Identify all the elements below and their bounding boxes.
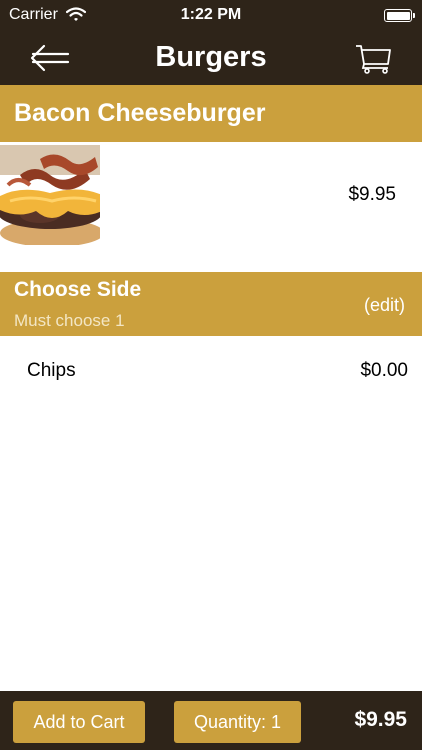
add-to-cart-button[interactable]: Add to Cart (13, 701, 145, 743)
item-header: Bacon Cheeseburger (0, 85, 422, 142)
side-section-subtitle: Must choose 1 (14, 311, 125, 330)
order-total: $9.95 (354, 708, 407, 731)
side-option-row[interactable]: Chips $0.00 (0, 336, 422, 404)
item-price: $9.95 (348, 184, 396, 205)
status-bar: Carrier 1:22 PM (0, 0, 422, 32)
item-detail-row: $9.95 (0, 142, 422, 272)
item-name: Bacon Cheeseburger (14, 99, 266, 127)
edit-side-button[interactable]: (edit) (364, 295, 405, 316)
cart-icon[interactable] (354, 40, 394, 76)
top-bar: Carrier 1:22 PM Burgers (0, 0, 422, 85)
side-option-label: Chips (27, 360, 76, 381)
side-section-title: Choose Side (14, 278, 142, 301)
side-section-header: Choose Side Must choose 1 (edit) (0, 272, 422, 336)
burger-photo (0, 145, 100, 245)
bottom-bar: Add to Cart Quantity: 1 $9.95 (0, 691, 422, 750)
quantity-button[interactable]: Quantity: 1 (174, 701, 301, 743)
side-option-price: $0.00 (360, 360, 408, 381)
navigation-bar: Burgers (0, 32, 422, 85)
battery-icon (384, 9, 415, 22)
clock-time: 1:22 PM (180, 6, 242, 23)
